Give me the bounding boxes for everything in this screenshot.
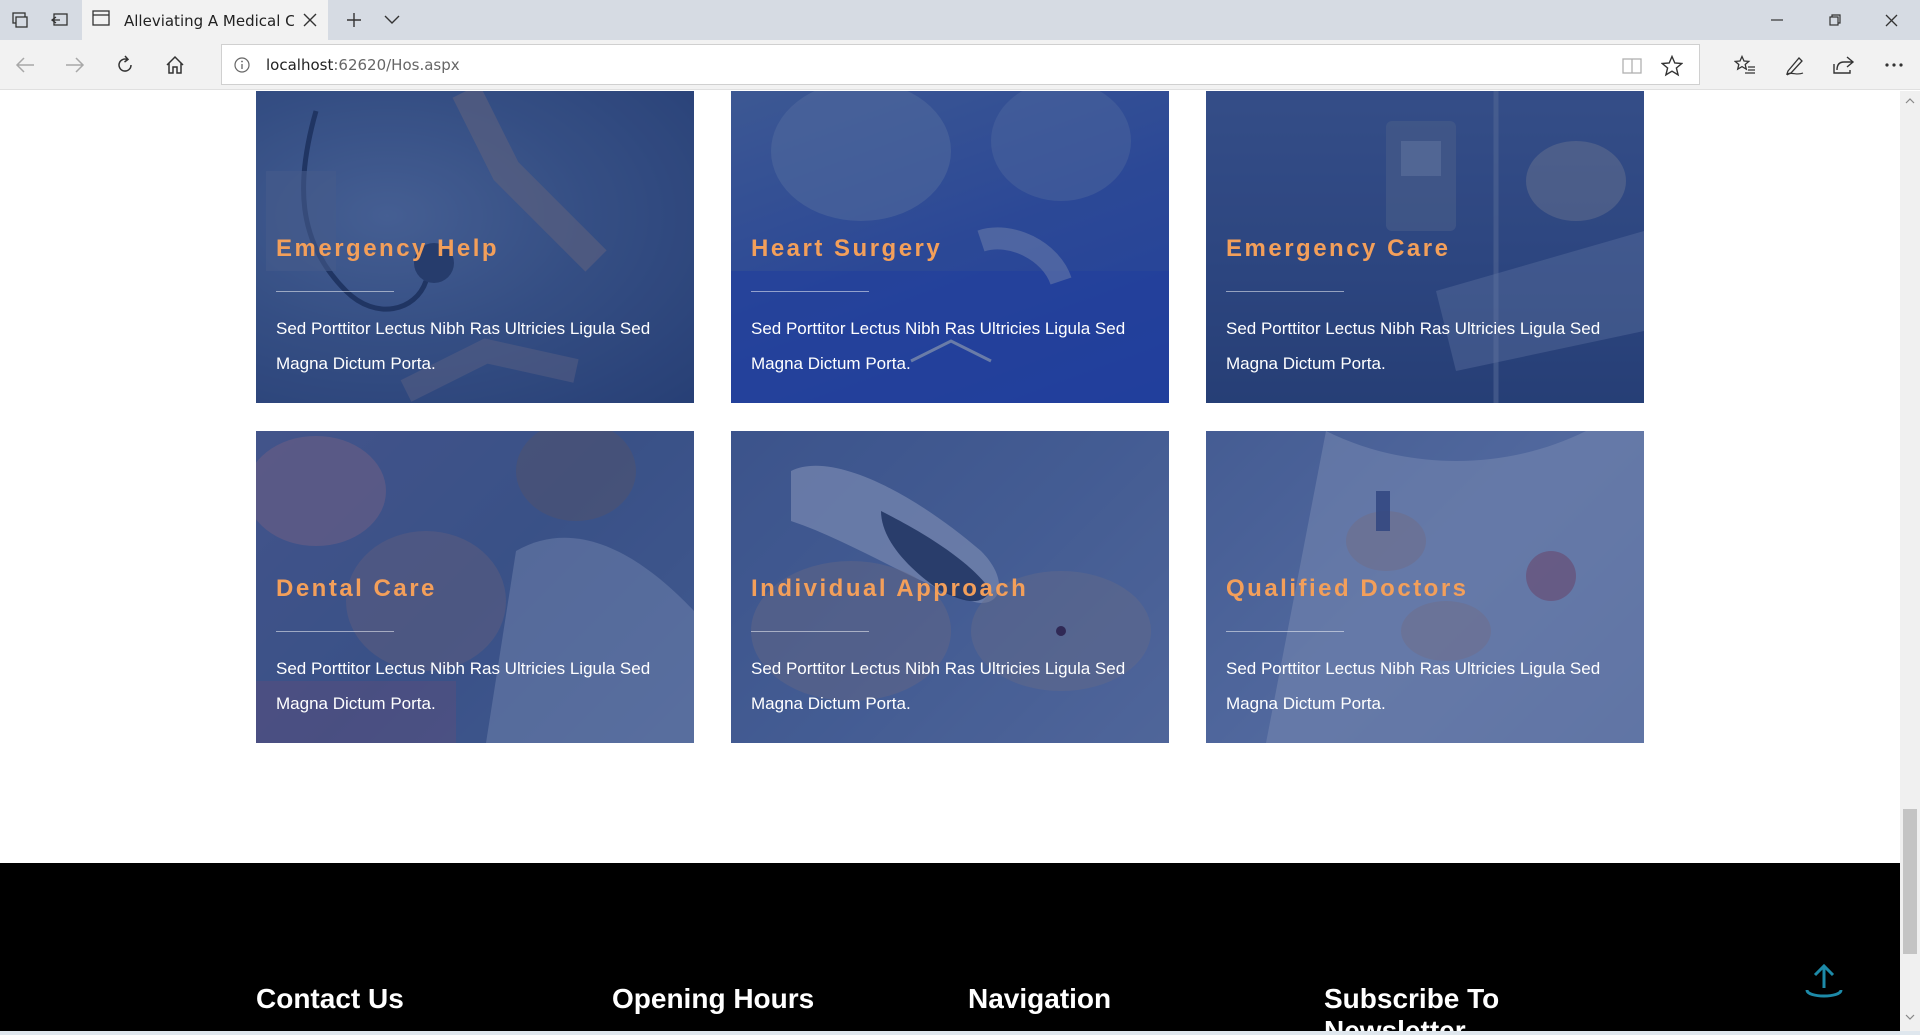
more-icon[interactable] xyxy=(1874,45,1914,85)
card-text: Sed Porttitor Lectus Nibh Ras Ultricies … xyxy=(276,659,651,713)
browser-tab[interactable]: Alleviating A Medical Ca xyxy=(82,0,328,41)
upload-arrow-icon[interactable] xyxy=(1804,962,1844,1002)
footer-contact-heading: Contact Us xyxy=(256,983,404,1014)
restore-icon[interactable] xyxy=(1806,0,1864,40)
card-title: Qualified Doctors xyxy=(1226,575,1469,602)
card-text: Sed Porttitor Lectus Nibh Ras Ultricies … xyxy=(1226,659,1601,713)
share-icon[interactable] xyxy=(1824,45,1864,85)
plus-icon[interactable] xyxy=(334,0,374,40)
favorites-list-icon[interactable] xyxy=(1725,45,1765,85)
footer-subscribe-heading: Subscribe To Newsletter xyxy=(1324,983,1500,1031)
url-text[interactable]: localhost:62620/Hos.aspx xyxy=(266,56,460,74)
service-card[interactable]: Qualified Doctors Sed Porttitor Lectus N… xyxy=(1206,431,1644,743)
address-field[interactable]: localhost:62620/Hos.aspx xyxy=(221,44,1700,85)
card-title: Heart Surgery xyxy=(751,235,943,262)
tab-title: Alleviating A Medical Ca xyxy=(124,11,294,30)
footer-navigation-heading: Navigation xyxy=(968,983,1112,1014)
card-title: Emergency Help xyxy=(276,235,500,262)
service-card[interactable]: Emergency Care Sed Porttitor Lectus Nibh… xyxy=(1206,91,1644,403)
chevron-down-icon[interactable] xyxy=(372,0,412,40)
card-divider xyxy=(276,631,394,632)
card-divider xyxy=(1226,631,1344,632)
card-text: Sed Porttitor Lectus Nibh Ras Ultricies … xyxy=(1226,319,1601,373)
url-path: :62620/Hos.aspx xyxy=(333,56,460,74)
footer-hours-heading: Opening Hours xyxy=(612,983,815,1014)
card-divider xyxy=(751,631,869,632)
scrollbar-thumb[interactable] xyxy=(1903,809,1917,954)
window-close-icon[interactable] xyxy=(1862,0,1920,40)
reading-view-icon[interactable] xyxy=(1620,54,1644,78)
forward-arrow-icon[interactable] xyxy=(55,45,95,85)
card-text: Sed Porttitor Lectus Nibh Ras Ultricies … xyxy=(276,319,651,373)
service-card[interactable]: Individual Approach Sed Porttitor Lectus… xyxy=(731,431,1169,743)
service-card[interactable]: Heart Surgery Sed Porttitor Lectus Nibh … xyxy=(731,91,1169,403)
status-strip xyxy=(0,1031,1920,1035)
site-footer: Contact Us Opening Hours Navigation Subs… xyxy=(0,863,1900,1031)
url-host: localhost xyxy=(266,56,334,74)
tab-actions-icon[interactable] xyxy=(0,0,40,40)
pen-icon[interactable] xyxy=(1775,45,1815,85)
service-card[interactable]: Dental Care Sed Porttitor Lectus Nibh Ra… xyxy=(256,431,694,743)
scroll-down-icon[interactable] xyxy=(1904,1011,1916,1023)
card-title: Dental Care xyxy=(276,575,437,602)
home-icon[interactable] xyxy=(155,45,195,85)
star-icon[interactable] xyxy=(1660,54,1684,78)
card-title: Individual Approach xyxy=(751,575,1029,602)
card-divider xyxy=(751,291,869,292)
scroll-up-icon[interactable] xyxy=(1904,95,1916,107)
minimize-icon[interactable] xyxy=(1748,0,1806,40)
card-text: Sed Porttitor Lectus Nibh Ras Ultricies … xyxy=(751,319,1126,373)
service-card[interactable]: Emergency Help Sed Porttitor Lectus Nibh… xyxy=(256,91,694,403)
card-text: Sed Porttitor Lectus Nibh Ras Ultricies … xyxy=(751,659,1126,713)
tab-bar: Alleviating A Medical Ca xyxy=(0,0,1920,41)
tabs-aside-icon[interactable] xyxy=(40,0,80,40)
info-icon[interactable] xyxy=(232,55,252,75)
refresh-icon[interactable] xyxy=(105,45,145,85)
card-divider xyxy=(1226,291,1344,292)
back-arrow-icon[interactable] xyxy=(5,45,45,85)
vertical-scrollbar[interactable] xyxy=(1900,91,1920,1031)
page-icon xyxy=(92,10,110,31)
address-bar: localhost:62620/Hos.aspx xyxy=(0,40,1920,90)
close-icon[interactable] xyxy=(300,10,320,30)
page-viewport: Emergency Help Sed Porttitor Lectus Nibh… xyxy=(0,91,1900,1031)
card-divider xyxy=(276,291,394,292)
card-title: Emergency Care xyxy=(1226,235,1451,262)
